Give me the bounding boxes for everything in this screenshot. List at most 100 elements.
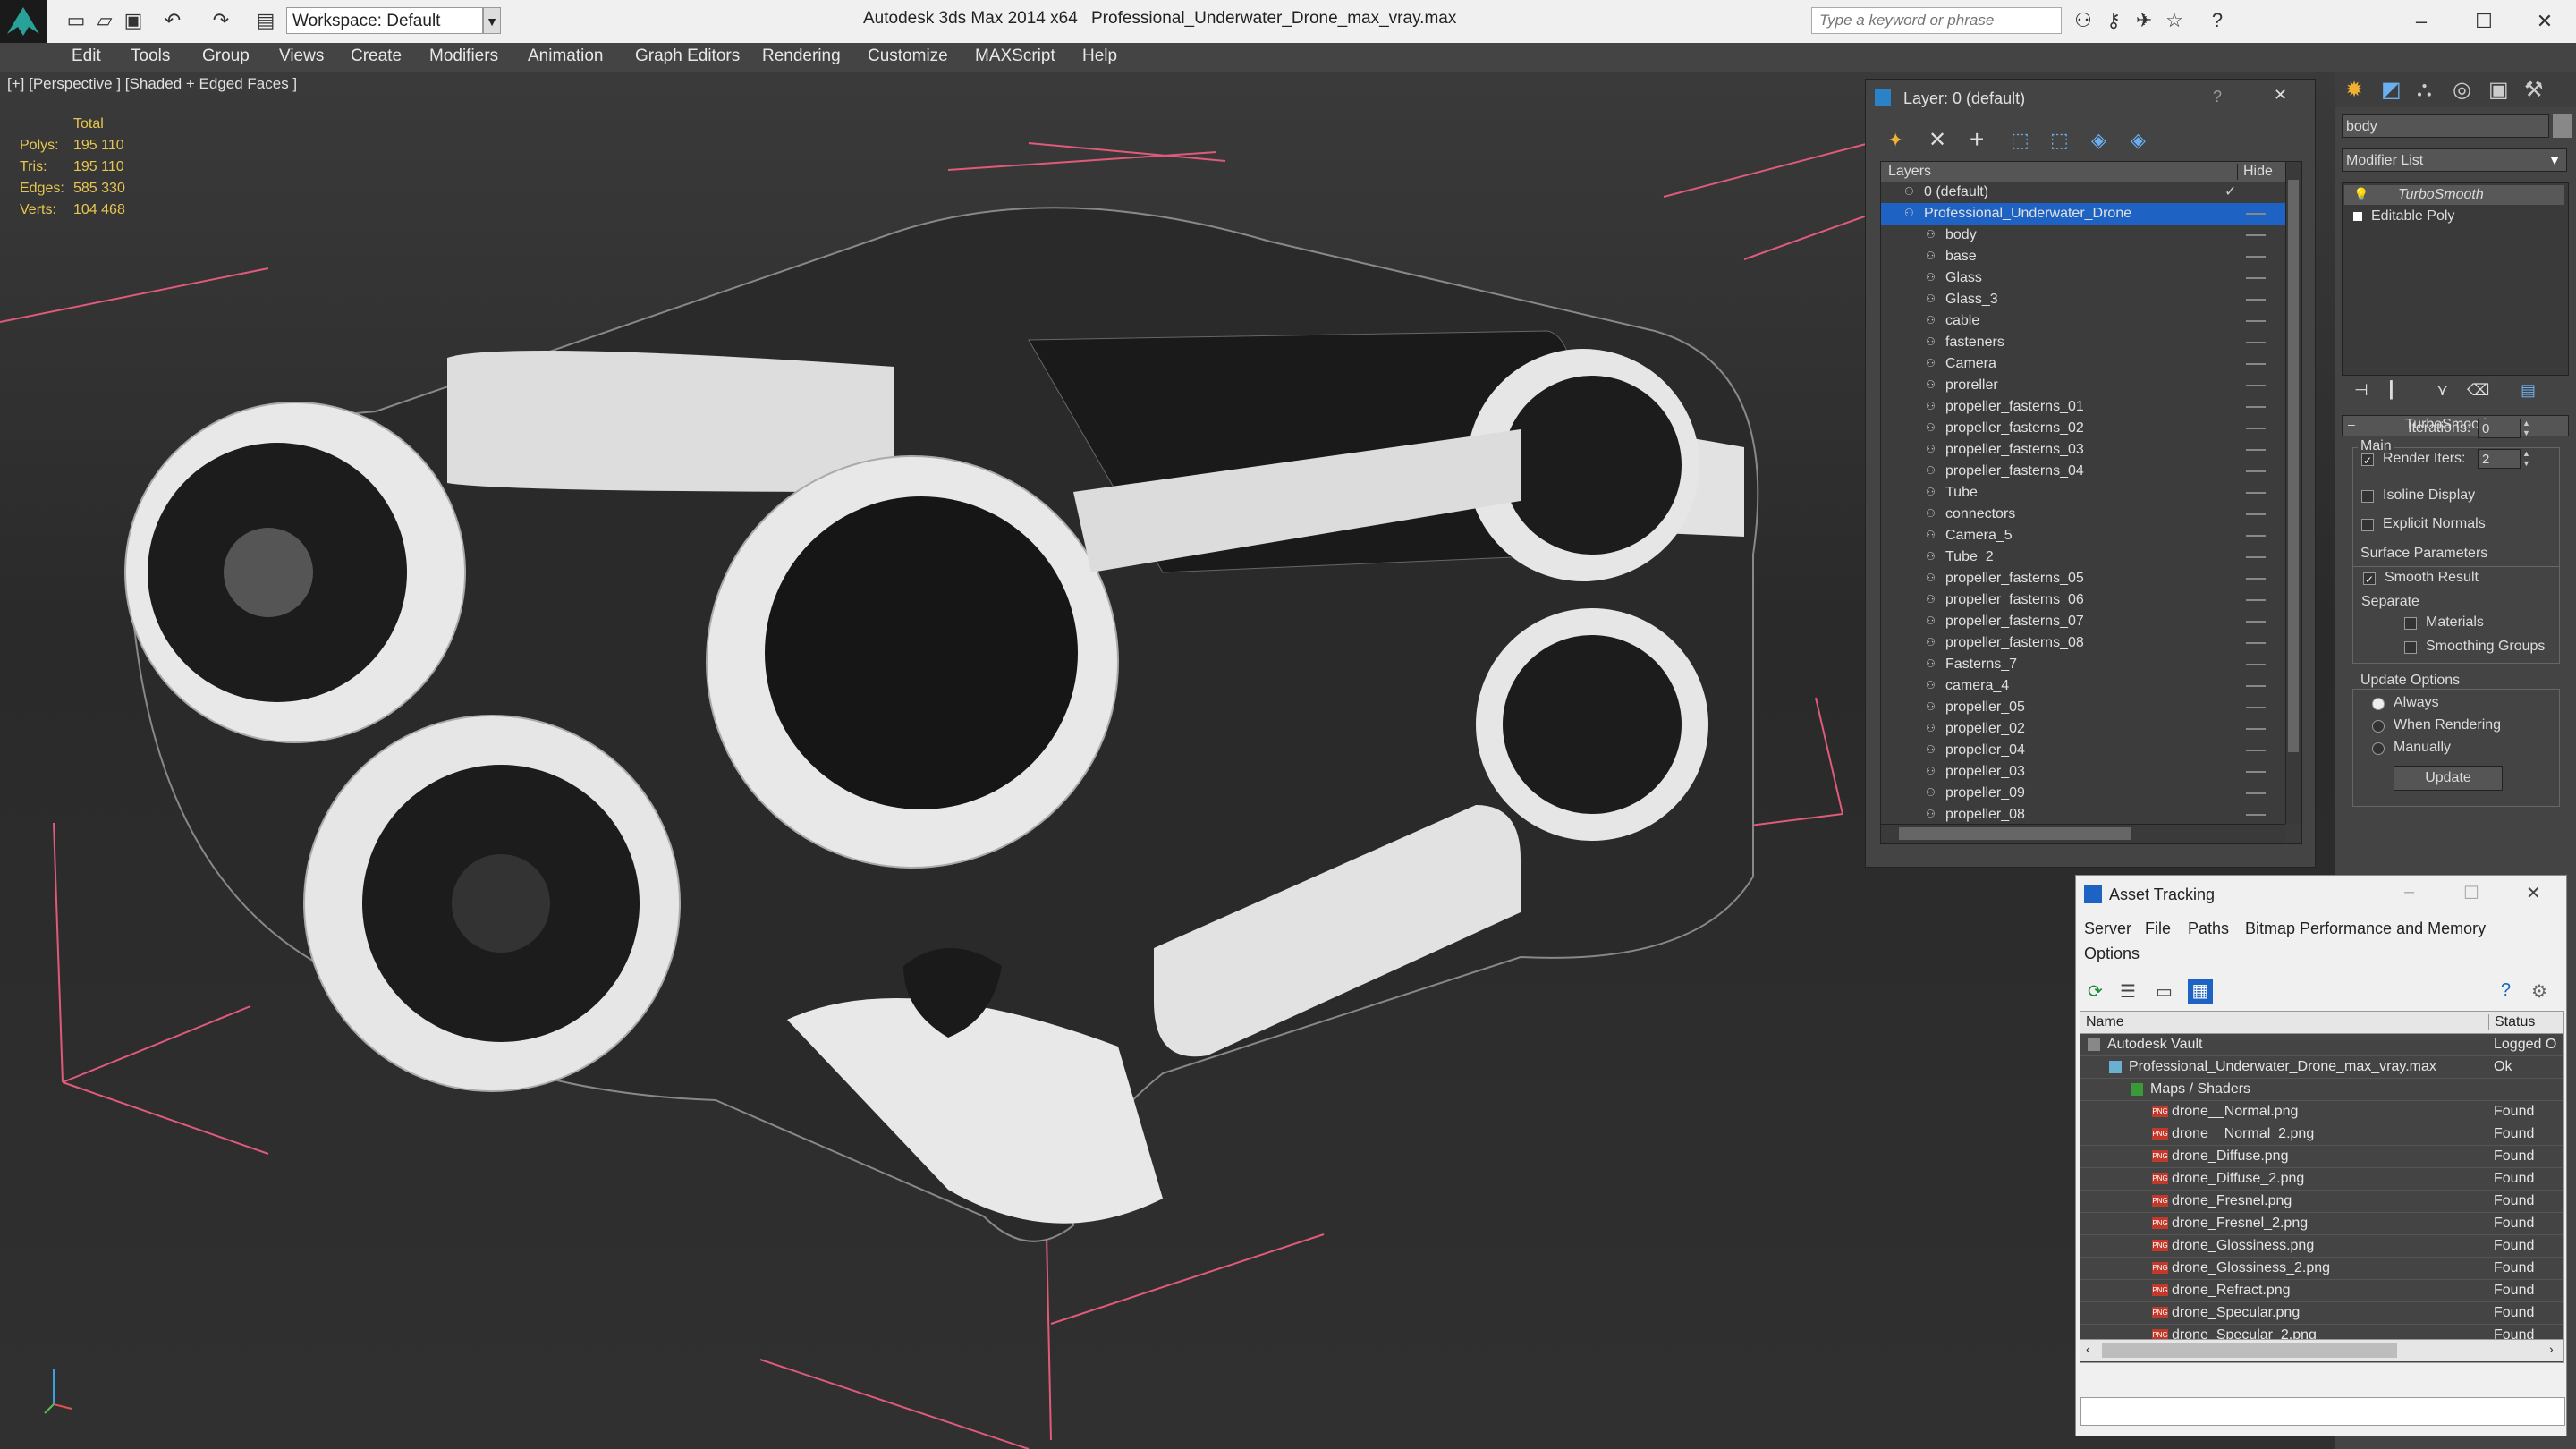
layer-row[interactable]: ⚇ 0 (default) ✓ <box>1881 182 2285 203</box>
delete-icon[interactable]: ✕ <box>1928 127 1946 153</box>
smoothing-groups-checkbox[interactable] <box>2404 641 2417 654</box>
menu-maxscript[interactable]: MAXScript <box>975 47 1055 66</box>
scroll-right-icon[interactable]: › <box>2549 1342 2554 1356</box>
help-icon[interactable]: ? <box>2501 980 2511 1001</box>
asset-row[interactable]: PNG drone__Normal_2.png Found <box>2080 1123 2563 1146</box>
layer-row[interactable]: ⚇ propeller_fasterns_06 <box>1881 589 2285 611</box>
layer-row[interactable]: ⚇ propeller_fasterns_05 <box>1881 568 2285 589</box>
asset-row[interactable]: PNG drone__Normal.png Found <box>2080 1100 2563 1123</box>
chevron-down-icon[interactable]: ▼ <box>483 7 501 34</box>
menu-group[interactable]: Group <box>202 47 250 66</box>
menu-create[interactable]: Create <box>351 47 402 66</box>
hide-toggle-icon[interactable] <box>2246 385 2266 386</box>
new-file-icon[interactable]: ▭ <box>64 9 88 32</box>
menu-views[interactable]: Views <box>279 47 324 66</box>
manually-radio[interactable] <box>2372 742 2385 755</box>
asset-menu-server[interactable]: Server <box>2084 919 2131 938</box>
hide-toggle-icon[interactable] <box>2246 492 2266 494</box>
layer-row[interactable]: ⚇ Fasterns_7 <box>1881 654 2285 675</box>
motion-tab-icon[interactable]: ◎ <box>2453 77 2471 103</box>
hide-toggle-icon[interactable] <box>2246 814 2266 816</box>
hide-toggle-icon[interactable] <box>2246 556 2266 558</box>
hide-toggle-icon[interactable] <box>2246 792 2266 794</box>
hide-toggle-icon[interactable] <box>2246 342 2266 343</box>
hide-toggle-icon[interactable] <box>2246 299 2266 301</box>
layer-row[interactable]: ⚇ Glass_3 <box>1881 289 2285 310</box>
layer-row[interactable]: ⚇ propeller_fasterns_03 <box>1881 439 2285 461</box>
hide-toggle-icon[interactable] <box>2246 513 2266 515</box>
layer-row[interactable]: ⚇ body <box>1881 225 2285 246</box>
hide-all-icon[interactable]: ◈ <box>2091 129 2106 152</box>
asset-row[interactable]: PNG drone_Glossiness.png Found <box>2080 1234 2563 1258</box>
asset-path-field[interactable] <box>2080 1397 2565 1426</box>
asset-row[interactable]: PNG drone_Glossiness_2.png Found <box>2080 1257 2563 1280</box>
modifier-list-dropdown[interactable]: Modifier List <box>2342 148 2567 172</box>
smooth-result-checkbox[interactable]: ✓ <box>2363 572 2376 586</box>
explicit-normals-checkbox[interactable] <box>2361 519 2374 531</box>
layer-row[interactable]: ⚇ Glass <box>1881 267 2285 289</box>
redo-icon[interactable]: ↷ <box>209 9 233 32</box>
asset-menu-file[interactable]: File <box>2145 919 2171 938</box>
close-icon[interactable]: ✕ <box>2526 882 2541 904</box>
layer-row[interactable]: ⚇ Tube <box>1881 482 2285 504</box>
layer-row[interactable]: ⚇ propeller_fasterns_08 <box>1881 632 2285 654</box>
workspace-dropdown[interactable]: Workspace: Default <box>286 7 483 34</box>
hide-toggle-icon[interactable] <box>2246 234 2266 236</box>
layer-row[interactable]: ⚇ propeller_09 <box>1881 783 2285 804</box>
collapse-icon[interactable]: – <box>2348 417 2355 431</box>
asset-row[interactable]: PNG drone_Fresnel_2.png Found <box>2080 1212 2563 1235</box>
viewport-label[interactable]: [+] [Perspective ] [Shaded + Edged Faces… <box>7 75 297 93</box>
hierarchy-tab-icon[interactable]: ⛬ <box>2417 77 2432 102</box>
asset-row[interactable]: PNG drone_Refract.png Found <box>2080 1279 2563 1302</box>
materials-checkbox[interactable] <box>2404 617 2417 630</box>
hide-toggle-icon[interactable] <box>2246 685 2266 687</box>
always-radio[interactable] <box>2372 698 2385 710</box>
layer-row-selected[interactable]: ⚇ Professional_Underwater_Drone <box>1881 203 2285 225</box>
undo-icon[interactable]: ↶ <box>161 9 184 32</box>
exchange-icon[interactable]: ✈ <box>2132 9 2156 32</box>
render-iters-spinner[interactable]: 2 <box>2478 449 2521 469</box>
horizontal-scrollbar[interactable] <box>1881 824 2285 843</box>
menu-graph-editors[interactable]: Graph Editors <box>635 47 740 66</box>
asset-row[interactable]: PNG drone_Specular.png Found <box>2080 1301 2563 1325</box>
object-color-swatch[interactable] <box>2553 114 2572 138</box>
render-iters-checkbox[interactable]: ✓ <box>2361 453 2374 467</box>
close-icon[interactable]: ✕ <box>2274 86 2287 105</box>
hide-toggle-icon[interactable] <box>2246 707 2266 708</box>
object-name-field[interactable]: body <box>2342 114 2549 138</box>
layer-row[interactable]: ⚇ propeller_02 <box>1881 718 2285 740</box>
asset-row[interactable]: Autodesk Vault Logged O <box>2080 1033 2563 1056</box>
horizontal-scrollbar[interactable]: ‹ › <box>2080 1339 2563 1361</box>
layer-row[interactable]: ⚇ base <box>1881 246 2285 267</box>
layer-row[interactable]: ⚇ Tube_2 <box>1881 547 2285 568</box>
hide-toggle-icon[interactable] <box>2246 406 2266 408</box>
hide-toggle-icon[interactable] <box>2246 363 2266 365</box>
hide-toggle-icon[interactable] <box>2246 728 2266 730</box>
hide-toggle-icon[interactable] <box>2246 277 2266 279</box>
maximize-icon[interactable]: ☐ <box>2463 882 2479 904</box>
lightbulb-icon[interactable]: 💡 <box>2353 187 2368 202</box>
layer-row[interactable]: ⚇ propeller_04 <box>1881 740 2285 761</box>
asset-row[interactable]: PNG drone_Diffuse.png Found <box>2080 1145 2563 1168</box>
hide-toggle-icon[interactable] <box>2246 642 2266 644</box>
help-icon[interactable]: ? <box>2213 88 2222 106</box>
make-unique-icon[interactable]: ⋎ <box>2436 381 2448 400</box>
column-header-name[interactable]: Name <box>2086 1014 2124 1030</box>
freeze-all-icon[interactable]: ◈ <box>2131 129 2146 152</box>
modify-tab-icon[interactable]: ◩ <box>2381 77 2402 103</box>
configure-sets-icon[interactable]: ▤ <box>2521 381 2536 400</box>
menu-animation[interactable]: Animation <box>528 47 604 66</box>
spinner-arrows-icon[interactable]: ▲ ▼ <box>2522 419 2533 438</box>
active-layer-check-icon[interactable]: ✓ <box>2224 182 2236 203</box>
hide-toggle-icon[interactable] <box>2246 750 2266 751</box>
column-header-status[interactable]: Status <box>2488 1014 2535 1030</box>
remove-modifier-icon[interactable]: ⌫ <box>2467 381 2489 400</box>
menu-help[interactable]: Help <box>1082 47 1117 66</box>
hide-toggle-icon[interactable] <box>2246 535 2266 537</box>
hide-toggle-icon[interactable] <box>2246 213 2266 215</box>
binoculars-icon[interactable]: ⚇ <box>2072 9 2095 32</box>
highlight-icon[interactable]: ⬚ <box>2050 129 2069 152</box>
layer-row[interactable]: ⚇ propeller_fasterns_04 <box>1881 461 2285 482</box>
layer-row[interactable]: ⚇ cable <box>1881 310 2285 332</box>
scrollbar-thumb[interactable] <box>2288 180 2299 752</box>
